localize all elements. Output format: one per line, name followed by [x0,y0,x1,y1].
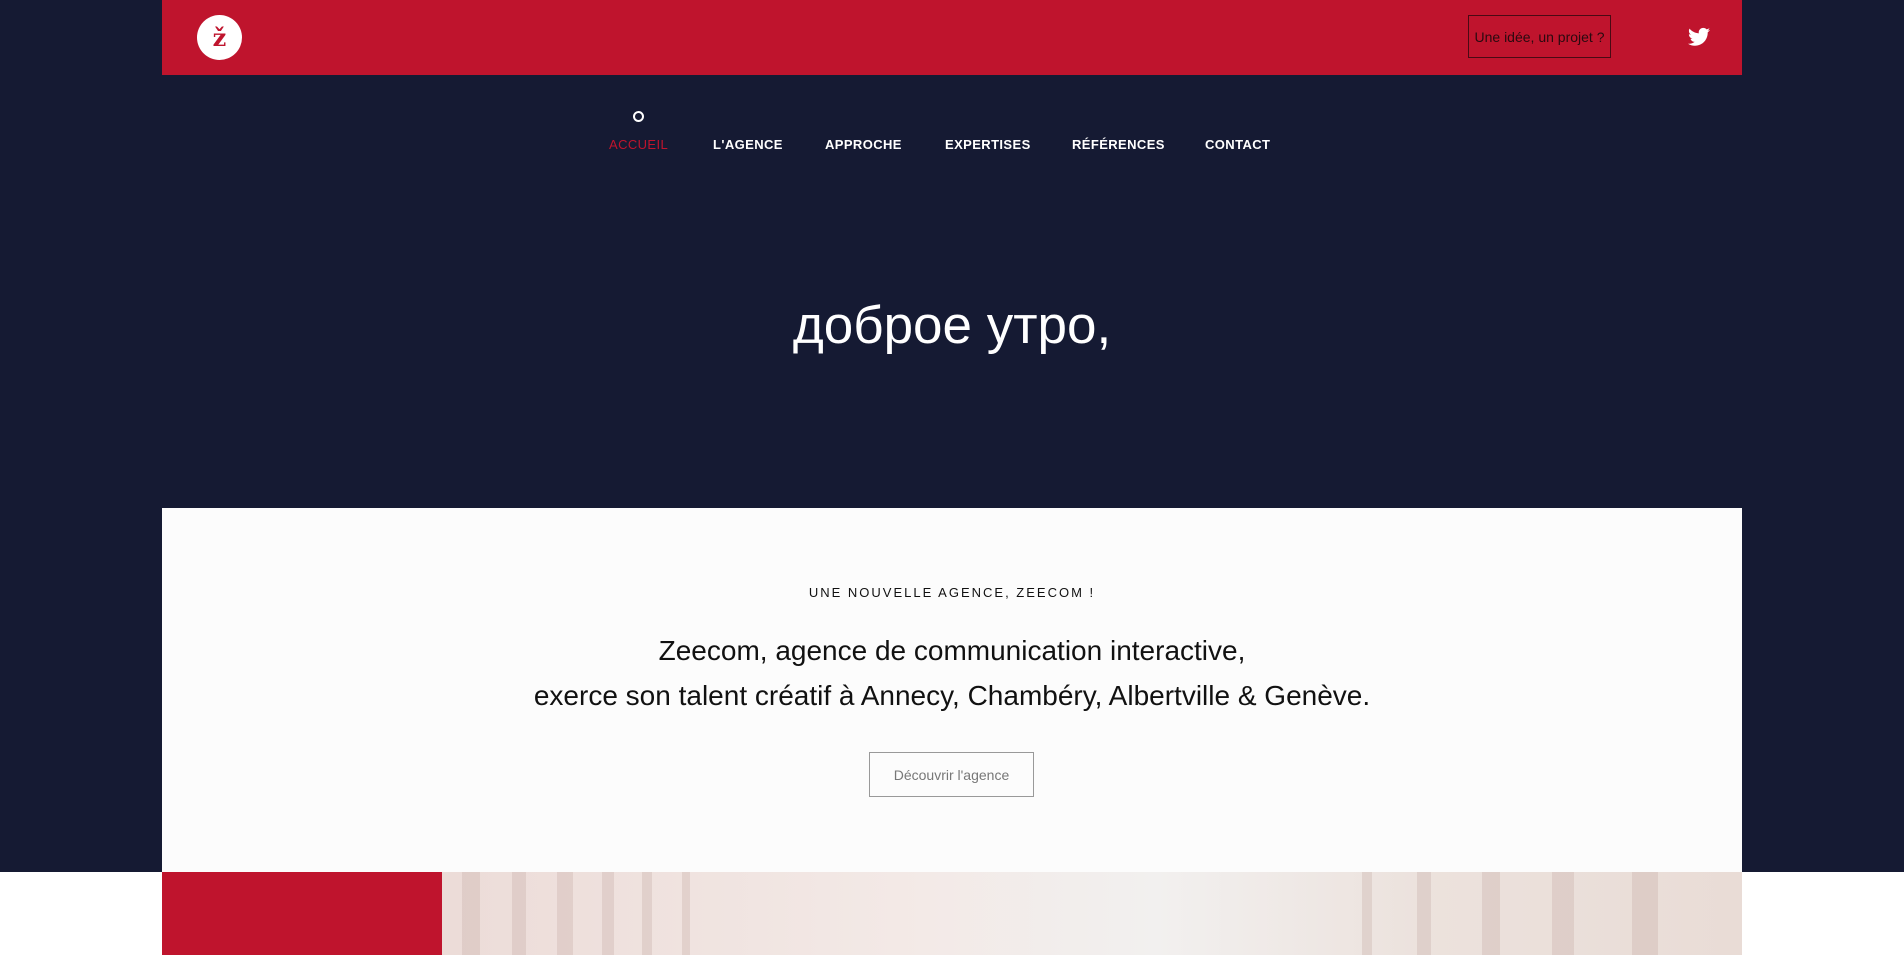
hero-title: доброе утро, [792,296,1112,355]
intro-lead: Zeecom, agence de communication interact… [162,628,1742,718]
main-nav: ACCUEIL L'AGENCE APPROCHE EXPERTISES RÉF… [0,137,1904,157]
building-photo [442,872,1742,955]
active-nav-indicator [633,111,644,122]
logo-letter: ž [212,22,227,52]
intro-eyebrow: UNE NOUVELLE AGENCE, ZEECOM ! [808,585,1096,600]
nav-item-accueil[interactable]: ACCUEIL [609,137,668,152]
intro-lead-line-1: Zeecom, agence de communication interact… [658,635,1246,666]
nav-item-expertises[interactable]: EXPERTISES [945,137,1031,152]
project-cta-button[interactable]: Une idée, un projet ? [1468,15,1611,58]
twitter-icon[interactable] [1688,27,1710,47]
discover-agency-button[interactable]: Découvrir l'agence [869,752,1034,797]
nav-item-approche[interactable]: APPROCHE [825,137,902,152]
intro-section: UNE NOUVELLE AGENCE, ZEECOM ! Zeecom, ag… [162,508,1742,872]
nav-item-contact[interactable]: CONTACT [1205,137,1270,152]
nav-item-agence[interactable]: L'AGENCE [713,137,783,152]
red-accent-block [162,872,442,955]
intro-lead-line-2: exerce son talent créatif à Annecy, Cham… [533,680,1371,711]
nav-item-references[interactable]: RÉFÉRENCES [1072,137,1165,152]
logo[interactable]: ž [197,15,242,60]
top-bar: ž Une idée, un projet ? [162,0,1742,75]
